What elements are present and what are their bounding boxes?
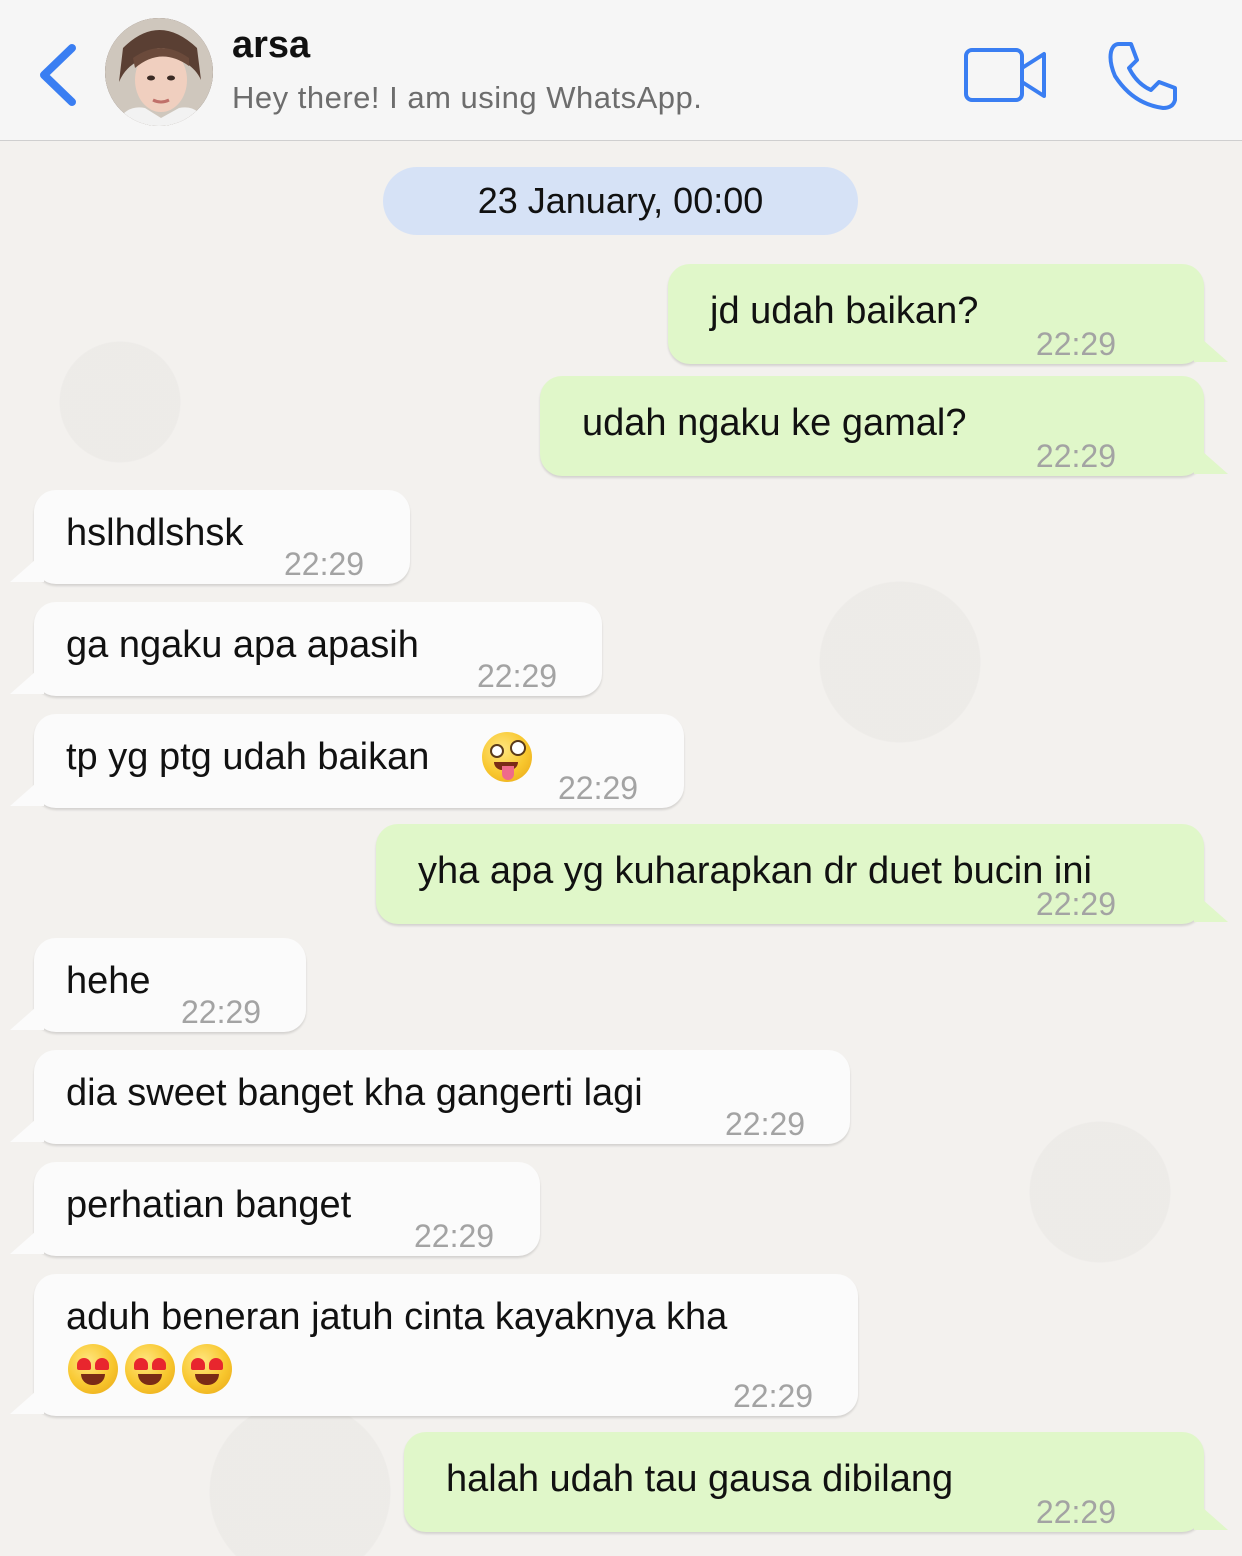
date-separator: 23 January, 00:00 — [383, 167, 858, 235]
voice-call-button[interactable] — [1105, 38, 1181, 114]
message-incoming[interactable]: dia sweet banget kha gangerti lagi 22:29 — [10, 1050, 850, 1144]
message-text: yha apa yg kuharapkan dr duet bucin ini — [418, 850, 1092, 892]
message-incoming[interactable]: tp yg ptg udah baikan 22:29 — [10, 714, 684, 808]
zany-face-emoji — [482, 732, 532, 782]
message-text: tp yg ptg udah baikan — [66, 736, 430, 778]
chat-header: arsa Hey there! I am using WhatsApp. — [0, 0, 1242, 141]
message-incoming[interactable]: ga ngaku apa apasih 22:29 — [10, 602, 602, 696]
message-incoming[interactable]: hslhdlshsk 22:29 — [10, 490, 410, 584]
heart-eyes-emoji — [68, 1344, 118, 1394]
contact-name[interactable]: arsa — [232, 24, 310, 67]
back-button[interactable] — [30, 40, 90, 110]
message-text: aduh beneran jatuh cinta kayaknya kha — [66, 1296, 728, 1338]
message-text: dia sweet banget kha gangerti lagi — [66, 1072, 643, 1114]
message-outgoing[interactable]: jd udah baikan? 22:29 — [668, 264, 1228, 364]
heart-eyes-emoji — [182, 1344, 232, 1394]
message-text: hehe — [66, 960, 151, 1002]
message-text: perhatian banget — [66, 1184, 352, 1226]
message-time: 22:29 — [284, 546, 365, 582]
message-time: 22:29 — [1035, 1494, 1116, 1530]
avatar-photo — [105, 18, 213, 126]
video-call-button[interactable] — [960, 44, 1050, 106]
chevron-left-icon — [40, 44, 76, 106]
message-outgoing[interactable]: halah udah tau gausa dibilang 22:29 — [404, 1432, 1228, 1532]
message-outgoing[interactable]: udah ngaku ke gamal? 22:29 — [540, 376, 1228, 476]
phone-icon — [1108, 42, 1177, 110]
message-time: 22:29 — [725, 1106, 806, 1142]
message-incoming[interactable]: hehe 22:29 — [10, 938, 306, 1032]
message-list[interactable]: 23 January, 00:00 jd udah baikan? 22:29 … — [0, 142, 1242, 1556]
message-text: jd udah baikan? — [710, 290, 979, 332]
message-text: ga ngaku apa apasih — [66, 624, 419, 666]
message-time: 22:29 — [1035, 438, 1116, 474]
message-time: 22:29 — [181, 994, 262, 1030]
message-text: udah ngaku ke gamal? — [582, 402, 967, 444]
message-incoming[interactable]: perhatian banget 22:29 — [10, 1162, 540, 1256]
message-text: hslhdlshsk — [66, 512, 244, 554]
message-time: 22:29 — [477, 658, 558, 694]
message-outgoing[interactable]: yha apa yg kuharapkan dr duet bucin ini … — [376, 824, 1228, 924]
heart-eyes-emoji — [125, 1344, 175, 1394]
message-incoming[interactable]: aduh beneran jatuh cinta kayaknya kha 22… — [10, 1274, 858, 1416]
message-time: 22:29 — [414, 1218, 495, 1254]
video-camera-icon — [964, 48, 1046, 102]
contact-status: Hey there! I am using WhatsApp. — [232, 80, 703, 115]
message-time: 22:29 — [733, 1378, 814, 1414]
message-time: 22:29 — [1035, 326, 1116, 362]
message-time: 22:29 — [1035, 886, 1116, 922]
message-time: 22:29 — [558, 770, 639, 806]
message-text: halah udah tau gausa dibilang — [446, 1458, 954, 1500]
avatar[interactable] — [105, 18, 213, 126]
